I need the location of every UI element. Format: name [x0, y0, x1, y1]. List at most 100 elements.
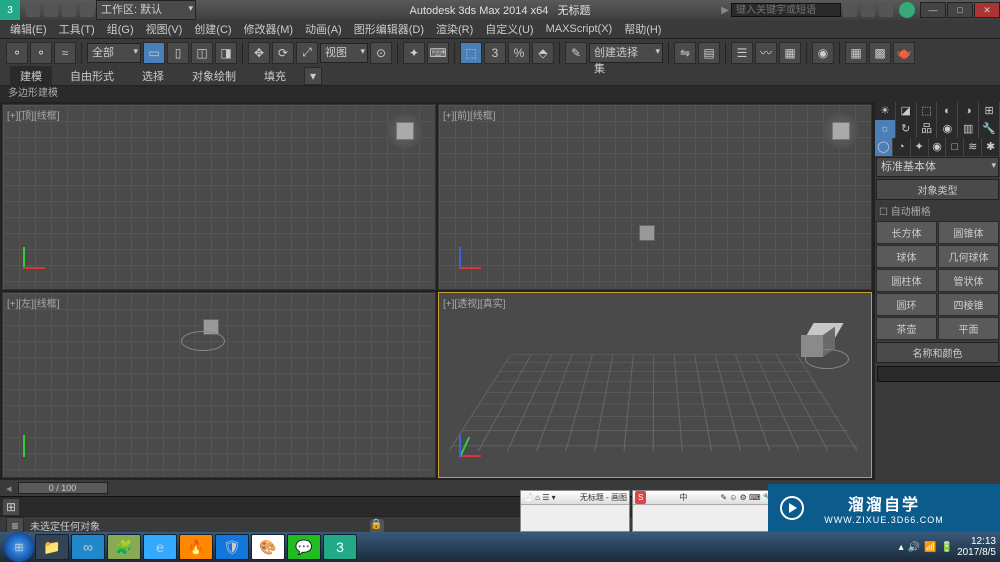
rotate-icon[interactable]: ⟳ [272, 42, 294, 64]
taskbar-app-icon[interactable]: ∞ [71, 534, 105, 560]
render-frame-icon[interactable]: ▩ [869, 42, 891, 64]
geometry-cat-icon[interactable]: ◯ [875, 138, 893, 156]
thumb-ime[interactable]: S中✎ ☺ ⚙ ⌨ 🔧 ▾ [632, 490, 782, 532]
select-region-icon[interactable]: ◫ [191, 42, 213, 64]
qat-redo-icon[interactable] [80, 3, 94, 17]
btn-cylinder[interactable]: 圆柱体 [876, 269, 937, 292]
align-icon[interactable]: ▤ [698, 42, 720, 64]
viewport-label[interactable]: [+][前][线框] [443, 107, 496, 122]
taskbar-app-icon[interactable]: 🧩 [107, 534, 141, 560]
viewcube-icon[interactable] [387, 113, 423, 149]
layers-icon[interactable]: ☰ [731, 42, 753, 64]
keyboard-icon[interactable]: ⌨ [427, 42, 449, 64]
btn-pyramid[interactable]: 四棱锥 [938, 293, 999, 316]
maximize-button[interactable]: □ [947, 2, 973, 18]
refcoord-dropdown[interactable]: 视图 [320, 43, 368, 63]
modify-tab-icon[interactable]: ↻ [896, 120, 917, 138]
panel-misc-icon[interactable]: ☀ [875, 102, 896, 120]
start-button[interactable]: ⊞ [4, 532, 34, 562]
menu-edit[interactable]: 编辑(E) [4, 21, 53, 37]
menu-group[interactable]: 组(G) [101, 21, 140, 37]
panel-misc-icon[interactable]: ◪ [896, 102, 917, 120]
btn-tube[interactable]: 管状体 [938, 269, 999, 292]
tab-objectpaint[interactable]: 对象绘制 [182, 66, 246, 86]
menu-customize[interactable]: 自定义(U) [479, 21, 539, 37]
menu-animation[interactable]: 动画(A) [299, 21, 348, 37]
help-icon[interactable] [899, 2, 915, 18]
taskbar-3dsmax-icon[interactable]: 3 [323, 534, 357, 560]
qat-button[interactable] [44, 3, 58, 17]
render-icon[interactable]: 🫖 [893, 42, 915, 64]
snap-toggle-icon[interactable]: ⬚ [460, 42, 482, 64]
schematic-icon[interactable]: ▦ [779, 42, 801, 64]
taskbar-paint-icon[interactable]: 🎨 [251, 534, 285, 560]
panel-misc-icon[interactable]: ⊞ [979, 102, 1000, 120]
viewport-top[interactable]: [+][顶][线框] [2, 104, 436, 290]
menu-modifiers[interactable]: 修改器(M) [238, 21, 300, 37]
spinner-snap-icon[interactable]: ⬘ [532, 42, 554, 64]
helpers-cat-icon[interactable]: □ [946, 138, 964, 156]
shapes-cat-icon[interactable]: ◔ [893, 138, 911, 156]
lights-cat-icon[interactable]: ✦ [911, 138, 929, 156]
angle-snap-icon[interactable]: 3 [484, 42, 506, 64]
viewport-label[interactable]: [+][左][线框] [7, 295, 60, 310]
panel-misc-icon[interactable]: ◐ [937, 102, 958, 120]
create-tab-icon[interactable]: ☼ [875, 120, 896, 138]
panel-misc-icon[interactable]: ◑ [958, 102, 979, 120]
qat-undo-icon[interactable] [62, 3, 76, 17]
trackbar-toggle-icon[interactable]: ⊞ [2, 498, 20, 516]
viewport-label[interactable]: [+][透视][真实] [443, 295, 506, 310]
favorites-icon[interactable] [879, 3, 893, 17]
tab-populate[interactable]: 填充 [254, 66, 296, 86]
unlink-icon[interactable]: ⚬ [30, 42, 52, 64]
display-tab-icon[interactable]: ▥ [958, 120, 979, 138]
autogrid-checkbox[interactable]: ☐ 自动栅格 [875, 201, 1000, 220]
ribbon-toggle-icon[interactable]: ▾ [304, 67, 322, 85]
tab-selection[interactable]: 选择 [132, 66, 174, 86]
window-crossing-icon[interactable]: ◨ [215, 42, 237, 64]
pivot-icon[interactable]: ⊙ [370, 42, 392, 64]
tab-modeling[interactable]: 建模 [10, 66, 52, 86]
system-tray[interactable]: ▴🔊📶🔋 12:13 2017/8/5 [899, 536, 996, 558]
selection-lock-icon[interactable]: 🔒 [370, 519, 384, 533]
rollout-object-type[interactable]: 对象类型 [876, 179, 999, 200]
btn-sphere[interactable]: 球体 [876, 245, 937, 268]
menu-grapheditors[interactable]: 图形编辑器(D) [348, 21, 430, 37]
viewcube-icon[interactable] [823, 113, 859, 149]
manipulate-icon[interactable]: ✦ [403, 42, 425, 64]
viewport-front[interactable]: [+][前][线框] [438, 104, 872, 290]
btn-cone[interactable]: 圆锥体 [938, 221, 999, 244]
taskbar-explorer-icon[interactable]: 📁 [35, 534, 69, 560]
qat-button[interactable] [26, 3, 40, 17]
btn-box[interactable]: 长方体 [876, 221, 937, 244]
menu-rendering[interactable]: 渲染(R) [430, 21, 479, 37]
viewport-perspective[interactable]: [+][透视][真实] [438, 292, 872, 478]
close-button[interactable]: ✕ [974, 2, 1000, 18]
taskbar-wechat-icon[interactable]: 💬 [287, 534, 321, 560]
panel-misc-icon[interactable]: ⬚ [917, 102, 938, 120]
btn-teapot[interactable]: 茶壶 [876, 317, 937, 340]
utilities-tab-icon[interactable]: 🔧 [979, 120, 1000, 138]
minimize-button[interactable]: — [920, 2, 946, 18]
systems-cat-icon[interactable]: ✱ [982, 138, 1000, 156]
time-slider-handle[interactable]: 0 / 100 [18, 482, 108, 494]
curve-editor-icon[interactable]: 〰 [755, 42, 777, 64]
menu-maxscript[interactable]: MAXScript(X) [540, 23, 619, 35]
thumb-paint[interactable]: 📄 ⌂ ☰ ▾无标题 - 画图 [520, 490, 630, 532]
rollout-name-color[interactable]: 名称和颜色 [876, 342, 999, 363]
named-selection-dropdown[interactable]: 创建选择集 [589, 43, 663, 63]
editnamedsel-icon[interactable]: ✎ [565, 42, 587, 64]
workspace-dropdown[interactable]: 工作区: 默认 [96, 0, 196, 20]
menu-views[interactable]: 视图(V) [140, 21, 189, 37]
move-icon[interactable]: ✥ [248, 42, 270, 64]
btn-plane[interactable]: 平面 [938, 317, 999, 340]
taskbar-app-icon[interactable]: 🛡 [215, 534, 249, 560]
selection-filter-dropdown[interactable]: 全部 [87, 43, 141, 63]
select-object-icon[interactable]: ▭ [143, 42, 165, 64]
infocenter-icon[interactable] [843, 3, 857, 17]
viewport-left[interactable]: [+][左][线框] [2, 292, 436, 478]
hierarchy-tab-icon[interactable]: 品 [917, 120, 938, 138]
material-editor-icon[interactable]: ◉ [812, 42, 834, 64]
signin-icon[interactable] [861, 3, 875, 17]
menu-create[interactable]: 创建(C) [188, 21, 237, 37]
